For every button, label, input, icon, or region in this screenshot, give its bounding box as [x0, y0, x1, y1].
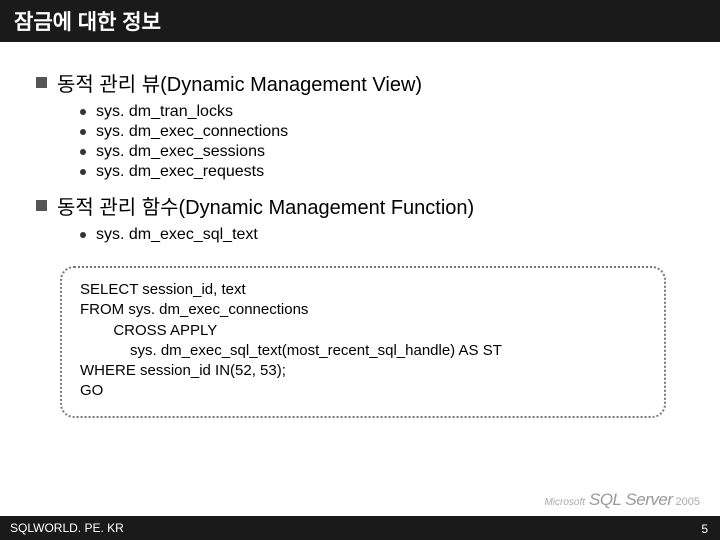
list-item-label: sys. dm_exec_connections [96, 123, 288, 141]
section-heading: 동적 관리 뷰(Dynamic Management View) [57, 68, 422, 97]
logo-product: SQL Server [589, 490, 673, 510]
page-number: 5 [701, 522, 708, 536]
square-bullet-icon [36, 200, 47, 211]
list-item-label: sys. dm_exec_requests [96, 163, 264, 181]
code-line: SELECT session_id, text [80, 280, 646, 300]
list-item-label: sys. dm_exec_sessions [96, 143, 265, 161]
code-line: WHERE session_id IN(52, 53); [80, 361, 646, 381]
dot-bullet-icon [80, 129, 86, 135]
sub-list: sys. dm_tran_locks sys. dm_exec_connecti… [80, 103, 690, 181]
code-line: CROSS APPLY [80, 321, 646, 341]
sub-list: sys. dm_exec_sql_text [80, 226, 690, 244]
dot-bullet-icon [80, 232, 86, 238]
list-item: sys. dm_exec_sessions [80, 143, 690, 161]
list-item: sys. dm_exec_connections [80, 123, 690, 141]
code-line: sys. dm_exec_sql_text(most_recent_sql_ha… [80, 341, 646, 361]
dot-bullet-icon [80, 109, 86, 115]
dot-bullet-icon [80, 169, 86, 175]
list-item-label: sys. dm_exec_sql_text [96, 226, 258, 244]
list-item: sys. dm_exec_sql_text [80, 226, 690, 244]
title-bar: 잠금에 대한 정보 [0, 0, 720, 42]
product-logo: Microsoft SQL Server 2005 [544, 490, 700, 510]
code-block: SELECT session_id, text FROM sys. dm_exe… [60, 266, 666, 418]
dot-bullet-icon [80, 149, 86, 155]
section-heading-row: 동적 관리 뷰(Dynamic Management View) [36, 68, 690, 97]
list-item: sys. dm_exec_requests [80, 163, 690, 181]
section-heading-row: 동적 관리 함수(Dynamic Management Function) [36, 191, 690, 220]
square-bullet-icon [36, 77, 47, 88]
footer-bar: SQLWORLD. PE. KR 5 [0, 516, 720, 540]
logo-year: 2005 [676, 496, 700, 508]
code-line: FROM sys. dm_exec_connections [80, 300, 646, 320]
code-line: GO [80, 381, 646, 401]
logo-vendor: Microsoft [544, 497, 585, 508]
page-title: 잠금에 대한 정보 [14, 6, 161, 36]
section-heading: 동적 관리 함수(Dynamic Management Function) [57, 191, 474, 220]
list-item-label: sys. dm_tran_locks [96, 103, 233, 121]
list-item: sys. dm_tran_locks [80, 103, 690, 121]
footer-text: SQLWORLD. PE. KR [10, 521, 124, 535]
content-area: 동적 관리 뷰(Dynamic Management View) sys. dm… [0, 42, 720, 418]
